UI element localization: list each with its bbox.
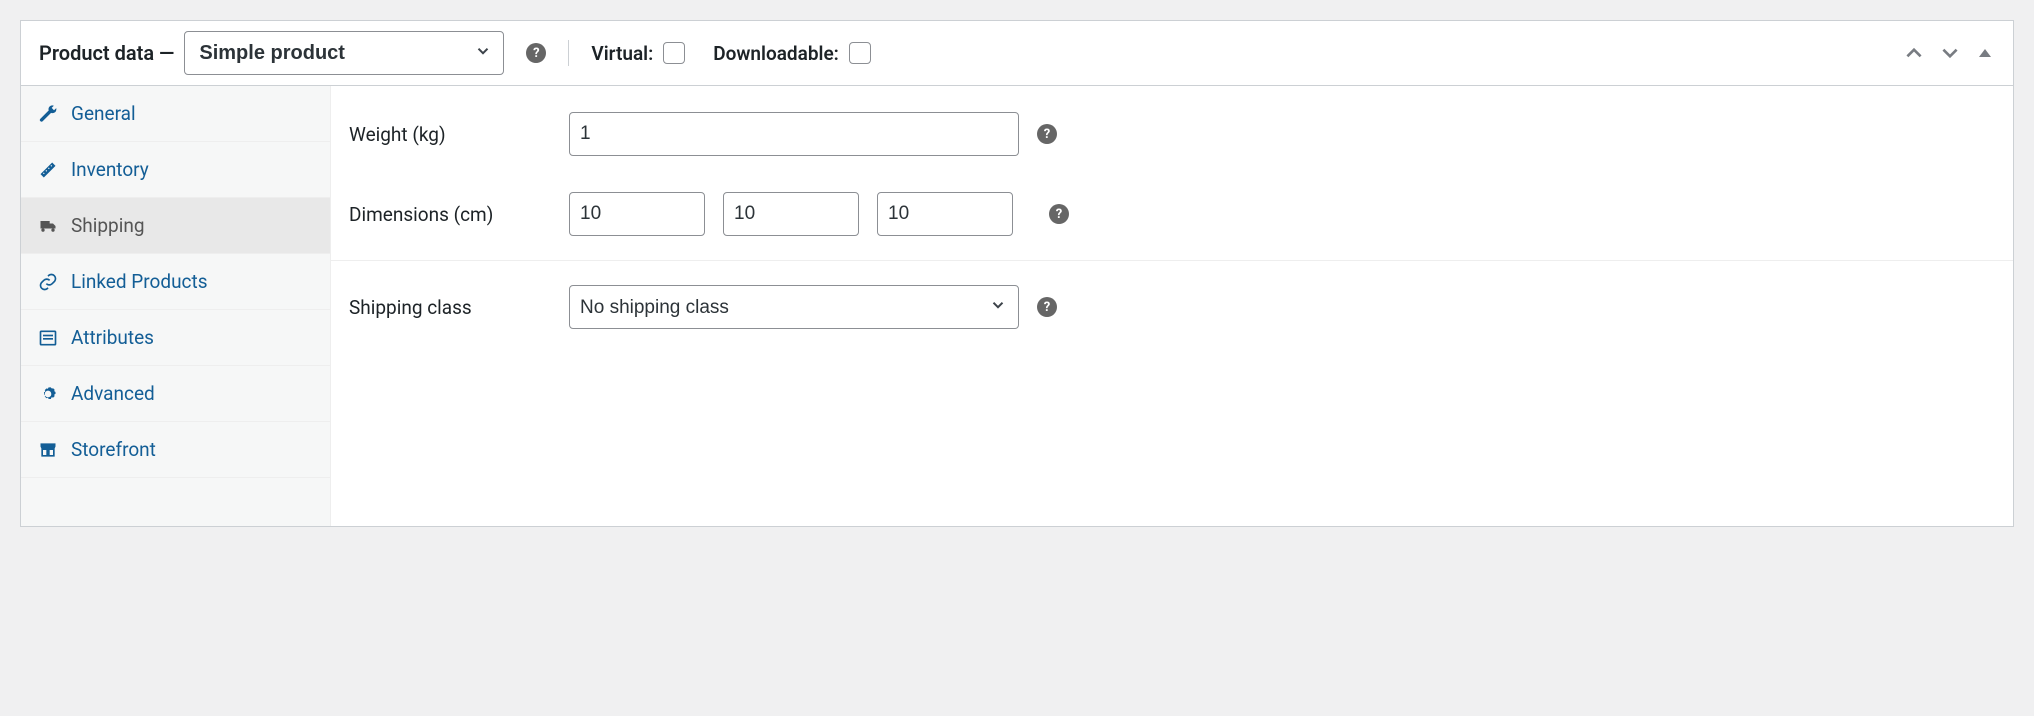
shipping-class-select[interactable]: No shipping class: [569, 285, 1019, 329]
link-icon: [37, 271, 59, 293]
height-input[interactable]: [877, 192, 1013, 236]
product-data-tabs: General Inventory Shipping Linked Produc…: [21, 86, 331, 526]
tab-shipping[interactable]: Shipping: [21, 198, 330, 254]
dimensions-label: Dimensions (cm): [349, 203, 569, 226]
tab-label: Attributes: [71, 326, 154, 349]
downloadable-checkbox[interactable]: [849, 42, 871, 64]
truck-icon: [37, 215, 59, 237]
store-icon: [37, 439, 59, 461]
shipping-class-select-wrap: No shipping class: [569, 285, 1019, 329]
list-icon: [37, 327, 59, 349]
gear-icon: [37, 383, 59, 405]
shipping-class-row: Shipping class No shipping class ?: [331, 267, 2013, 347]
product-type-select[interactable]: Simple product: [184, 31, 504, 75]
product-type-select-wrap: Simple product: [184, 31, 504, 75]
product-data-panel: Product data — Simple product ? Virtual:…: [20, 20, 2014, 527]
ruler-icon: [37, 159, 59, 181]
help-icon[interactable]: ?: [1037, 124, 1057, 144]
tab-general[interactable]: General: [21, 86, 330, 142]
panel-header: Product data — Simple product ? Virtual:…: [21, 21, 2013, 86]
help-icon[interactable]: ?: [1049, 204, 1069, 224]
tab-label: Shipping: [71, 214, 145, 237]
panel-body: General Inventory Shipping Linked Produc…: [21, 86, 2013, 526]
divider: [568, 40, 569, 66]
panel-title: Product data —: [39, 41, 174, 65]
tab-label: Storefront: [71, 438, 156, 461]
width-input[interactable]: [723, 192, 859, 236]
tab-storefront[interactable]: Storefront: [21, 422, 330, 478]
move-up-icon[interactable]: [1903, 42, 1925, 64]
divider: [331, 260, 2013, 261]
dimensions-row: Dimensions (cm) ?: [331, 174, 2013, 254]
help-icon[interactable]: ?: [1037, 297, 1057, 317]
toggle-panel-icon[interactable]: [1975, 43, 1995, 63]
tab-advanced[interactable]: Advanced: [21, 366, 330, 422]
weight-label: Weight (kg): [349, 123, 569, 146]
shipping-tab-content: Weight (kg) ? Dimensions (cm) ? Shipping…: [331, 86, 2013, 526]
tab-linked-products[interactable]: Linked Products: [21, 254, 330, 310]
shipping-class-label: Shipping class: [349, 296, 569, 319]
tab-label: Inventory: [71, 158, 149, 181]
weight-input[interactable]: [569, 112, 1019, 156]
length-input[interactable]: [569, 192, 705, 236]
downloadable-label: Downloadable:: [713, 42, 839, 65]
wrench-icon: [37, 103, 59, 125]
virtual-label: Virtual:: [591, 42, 653, 65]
tab-label: Advanced: [71, 382, 155, 405]
move-down-icon[interactable]: [1939, 42, 1961, 64]
tab-attributes[interactable]: Attributes: [21, 310, 330, 366]
virtual-checkbox[interactable]: [663, 42, 685, 64]
tab-label: General: [71, 102, 136, 125]
tab-inventory[interactable]: Inventory: [21, 142, 330, 198]
weight-row: Weight (kg) ?: [331, 94, 2013, 174]
tab-label: Linked Products: [71, 270, 208, 293]
help-icon[interactable]: ?: [526, 43, 546, 63]
